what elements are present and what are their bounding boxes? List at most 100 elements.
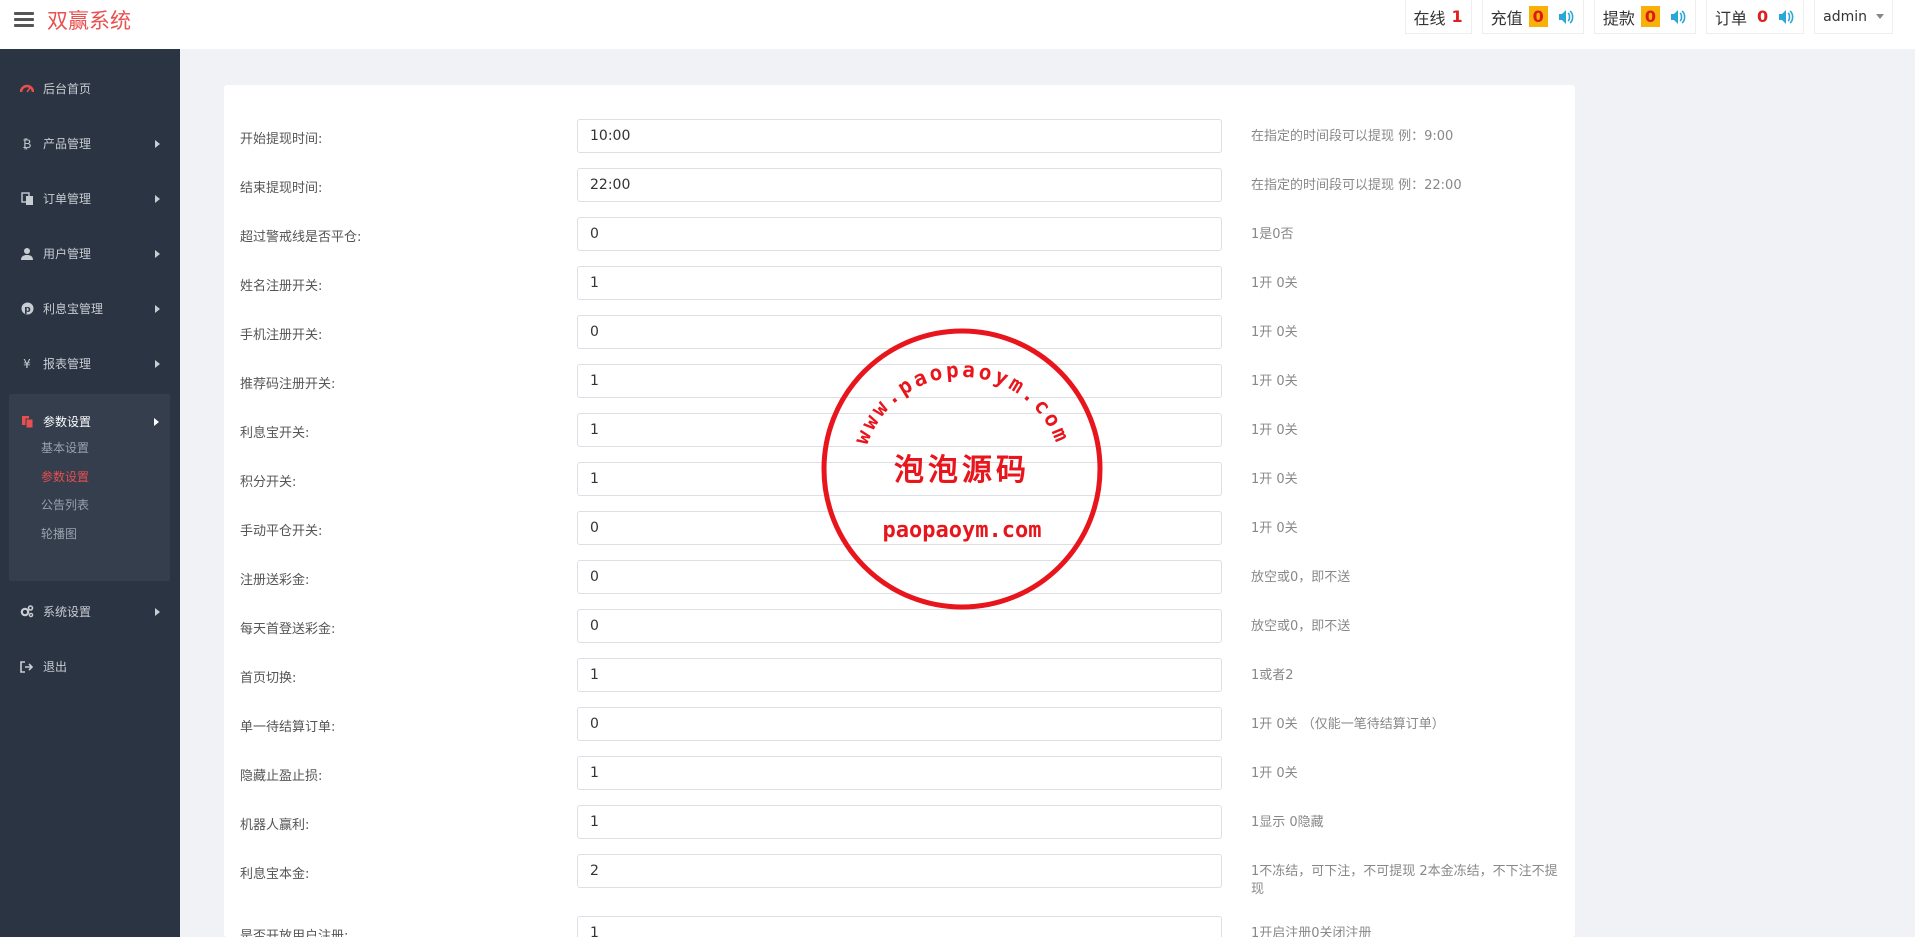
- field-hint: 1是0否: [1251, 227, 1294, 242]
- username: admin: [1823, 8, 1867, 25]
- sidebar-subitem-carousel[interactable]: 轮播图: [41, 525, 77, 542]
- field-hint: 1开 0关: [1251, 766, 1298, 781]
- speaker-icon[interactable]: [1669, 8, 1687, 26]
- sidebar-item-products[interactable]: ₿ 产品管理: [0, 116, 180, 171]
- sidebar-item-label: 用户管理: [43, 247, 92, 261]
- phone-register-input[interactable]: [577, 315, 1222, 349]
- yen-icon: ¥: [23, 356, 31, 371]
- field-label: 单一待结算订单:: [240, 720, 336, 735]
- sidebar-item-label: 利息宝管理: [43, 302, 104, 316]
- interest-switch-input[interactable]: [577, 413, 1222, 447]
- form-row: 利息宝开关: 1开 0关: [224, 413, 1575, 449]
- field-label: 手动平仓开关:: [240, 524, 323, 539]
- stat-withdraw[interactable]: 提款 0: [1593, 0, 1696, 34]
- hide-tp-sl-input[interactable]: [577, 756, 1222, 790]
- referral-register-input[interactable]: [577, 364, 1222, 398]
- form-row: 开始提现时间: 在指定的时间段可以提现 例：9:00: [224, 119, 1575, 155]
- stat-online[interactable]: 在线 1: [1404, 0, 1472, 34]
- stat-recharge[interactable]: 充值 0: [1481, 0, 1584, 34]
- field-label: 机器人赢利:: [240, 818, 310, 833]
- field-hint: 在指定的时间段可以提现 例：22:00: [1251, 178, 1462, 193]
- speaker-icon[interactable]: [1777, 8, 1795, 26]
- sidebar-item-reports[interactable]: ¥ 报表管理: [0, 336, 180, 391]
- points-switch-input[interactable]: [577, 462, 1222, 496]
- sidebar-item-interest[interactable]: p 利息宝管理: [0, 281, 180, 336]
- name-register-input[interactable]: [577, 266, 1222, 300]
- caret-right-icon: [155, 305, 160, 313]
- form-row: 推荐码注册开关: 1开 0关: [224, 364, 1575, 400]
- stat-label: 提款: [1602, 8, 1635, 28]
- top-bar: 双赢系统 在线 1 充值 0 提款 0 订单 0 admin: [0, 0, 1915, 49]
- sidebar-item-label: 系统设置: [43, 605, 92, 619]
- sidebar-item-label: 报表管理: [43, 357, 92, 371]
- field-hint: 1开 0关: [1251, 325, 1298, 340]
- bitcoin-icon: ₿: [22, 136, 32, 151]
- field-label: 推荐码注册开关:: [240, 377, 336, 392]
- sidebar-item-logout[interactable]: 退出: [0, 639, 180, 694]
- field-hint: 1显示 0隐藏: [1251, 815, 1324, 830]
- user-menu[interactable]: admin: [1814, 0, 1893, 34]
- user-icon: [20, 247, 34, 261]
- sidebar-item-label: 退出: [43, 660, 68, 674]
- form-row: 单一待结算订单: 1开 0关 （仅能一笔待结算订单）: [224, 707, 1575, 743]
- field-label: 利息宝开关:: [240, 426, 310, 441]
- single-pending-order-input[interactable]: [577, 707, 1222, 741]
- dashboard-icon: [20, 82, 34, 96]
- interest-principal-input[interactable]: [577, 854, 1222, 888]
- form-row: 超过警戒线是否平仓: 1是0否: [224, 217, 1575, 253]
- field-label: 积分开关:: [240, 475, 297, 490]
- stat-orders[interactable]: 订单 0: [1705, 0, 1805, 34]
- sign-out-icon: [20, 660, 34, 674]
- form-row: 是否开放用户注册: 1开启注册0关闭注册: [224, 916, 1575, 937]
- files-icon: [20, 415, 34, 429]
- stat-count: 0: [1640, 6, 1660, 27]
- field-hint: 1开 0关: [1251, 423, 1298, 438]
- caret-right-icon: [154, 418, 159, 426]
- field-label: 每天首登送彩金:: [240, 622, 336, 637]
- settings-form: 开始提现时间: 在指定的时间段可以提现 例：9:00 结束提现时间: 在指定的时…: [224, 85, 1575, 937]
- speaker-icon[interactable]: [1557, 8, 1575, 26]
- field-hint: 放空或0，即不送: [1251, 619, 1351, 634]
- stat-label: 订单: [1714, 8, 1747, 28]
- form-row: 结束提现时间: 在指定的时间段可以提现 例：22:00: [224, 168, 1575, 204]
- manual-close-input[interactable]: [577, 511, 1222, 545]
- robot-profit-input[interactable]: [577, 805, 1222, 839]
- sidebar-item-label: 订单管理: [43, 192, 92, 206]
- sidebar-item-params[interactable]: 参数设置: [9, 394, 170, 449]
- sidebar-item-dashboard[interactable]: 后台首页: [0, 61, 180, 116]
- caret-right-icon: [155, 140, 160, 148]
- app-title: 双赢系统: [47, 9, 131, 33]
- field-label: 手机注册开关:: [240, 328, 323, 343]
- user-register-open-input[interactable]: [577, 916, 1222, 937]
- form-row: 每天首登送彩金: 放空或0，即不送: [224, 609, 1575, 645]
- sidebar-item-label: 后台首页: [43, 82, 92, 96]
- field-hint: 1开 0关: [1251, 374, 1298, 389]
- field-hint: 1不冻结，可下注，不可提现 2本金冻结，不下注不提现: [1251, 864, 1558, 897]
- caret-right-icon: [155, 250, 160, 258]
- homepage-switch-input[interactable]: [577, 658, 1222, 692]
- hamburger-menu-icon[interactable]: [14, 9, 34, 29]
- sidebar-subitem-params[interactable]: 参数设置: [41, 468, 89, 485]
- register-bonus-input[interactable]: [577, 560, 1222, 594]
- liquidation-input[interactable]: [577, 217, 1222, 251]
- caret-right-icon: [155, 608, 160, 616]
- sidebar-subitem-basic[interactable]: 基本设置: [41, 439, 89, 456]
- field-hint: 1或者2: [1251, 668, 1294, 683]
- sidebar-item-orders[interactable]: 订单管理: [0, 171, 180, 226]
- withdraw-end-time-input[interactable]: [577, 168, 1222, 202]
- pinterest-icon: p: [20, 302, 34, 316]
- field-label: 结束提现时间:: [240, 181, 323, 196]
- field-label: 利息宝本金:: [240, 867, 310, 882]
- daily-login-bonus-input[interactable]: [577, 609, 1222, 643]
- caret-right-icon: [155, 360, 160, 368]
- sidebar-subitem-notices[interactable]: 公告列表: [41, 496, 89, 513]
- stat-label: 在线: [1413, 8, 1446, 28]
- sidebar-item-system[interactable]: 系统设置: [0, 584, 180, 639]
- field-hint: 1开 0关: [1251, 276, 1298, 291]
- sidebar-item-users[interactable]: 用户管理: [0, 226, 180, 281]
- caret-down-icon: [1876, 14, 1884, 19]
- field-label: 是否开放用户注册:: [240, 929, 349, 937]
- form-row: 首页切换: 1或者2: [224, 658, 1575, 694]
- withdraw-start-time-input[interactable]: [577, 119, 1222, 153]
- form-row: 注册送彩金: 放空或0，即不送: [224, 560, 1575, 596]
